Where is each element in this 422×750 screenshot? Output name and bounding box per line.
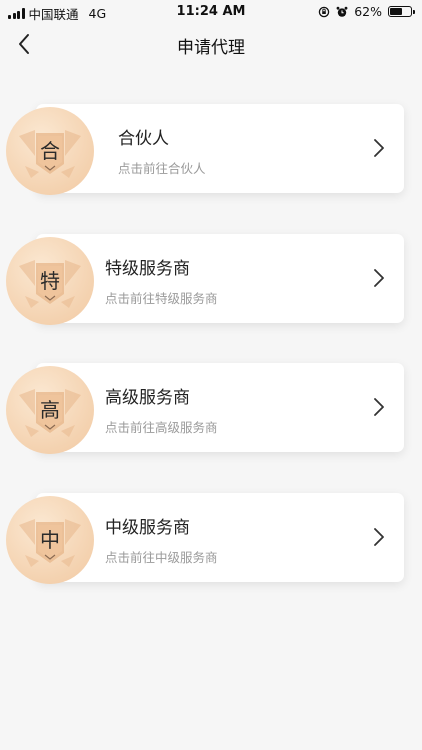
badge-character: 高 (40, 398, 60, 422)
agent-subtitle: 点击前往中级服务商 (105, 549, 218, 565)
list-item[interactable]: 高级服务商点击前往高级服务商 高 (0, 363, 422, 455)
list-item[interactable]: 合伙人点击前往合伙人 合 (0, 104, 422, 196)
badge-character: 合 (40, 139, 60, 163)
orientation-lock-icon (318, 6, 330, 17)
badge-character: 特 (40, 268, 60, 293)
agent-title: 特级服务商 (105, 258, 190, 279)
battery-icon (388, 6, 415, 17)
chevron-right-icon (374, 139, 384, 157)
chevron-right-icon (374, 268, 384, 287)
alarm-icon (336, 6, 348, 17)
agent-title: 高级服务商 (105, 388, 190, 408)
chevron-right-icon (374, 527, 384, 546)
agent-title: 合伙人 (118, 129, 169, 149)
battery-level (390, 8, 403, 15)
agent-badge: 高 (5, 365, 95, 455)
agent-title: 中级服务商 (105, 517, 190, 538)
agent-level-list: 合伙人点击前往合伙人 合特级服务商点击前往特级服务商 特高级服务商点击前往高级服务商… (0, 104, 422, 622)
agent-badge: 合 (5, 106, 95, 196)
agent-badge: 中 (5, 495, 95, 585)
badge-character: 中 (40, 527, 60, 552)
agent-subtitle: 点击前往特级服务商 (105, 290, 218, 306)
navigation-bar: 申请代理 (0, 22, 422, 66)
page-title: 申请代理 (177, 38, 245, 58)
list-item[interactable]: 特级服务商点击前往特级服务商 特 (0, 233, 422, 326)
agent-subtitle: 点击前往合伙人 (118, 161, 206, 176)
status-bar: 中国联通 4G 11:24 AM 62% (0, 0, 422, 22)
chevron-right-icon (374, 398, 384, 416)
list-item[interactable]: 中级服务商点击前往中级服务商 中 (0, 492, 422, 585)
agent-badge: 特 (5, 236, 95, 326)
agent-subtitle: 点击前往高级服务商 (105, 420, 218, 435)
battery-percent: 62% (354, 4, 382, 19)
status-icons: 62% (318, 4, 415, 19)
